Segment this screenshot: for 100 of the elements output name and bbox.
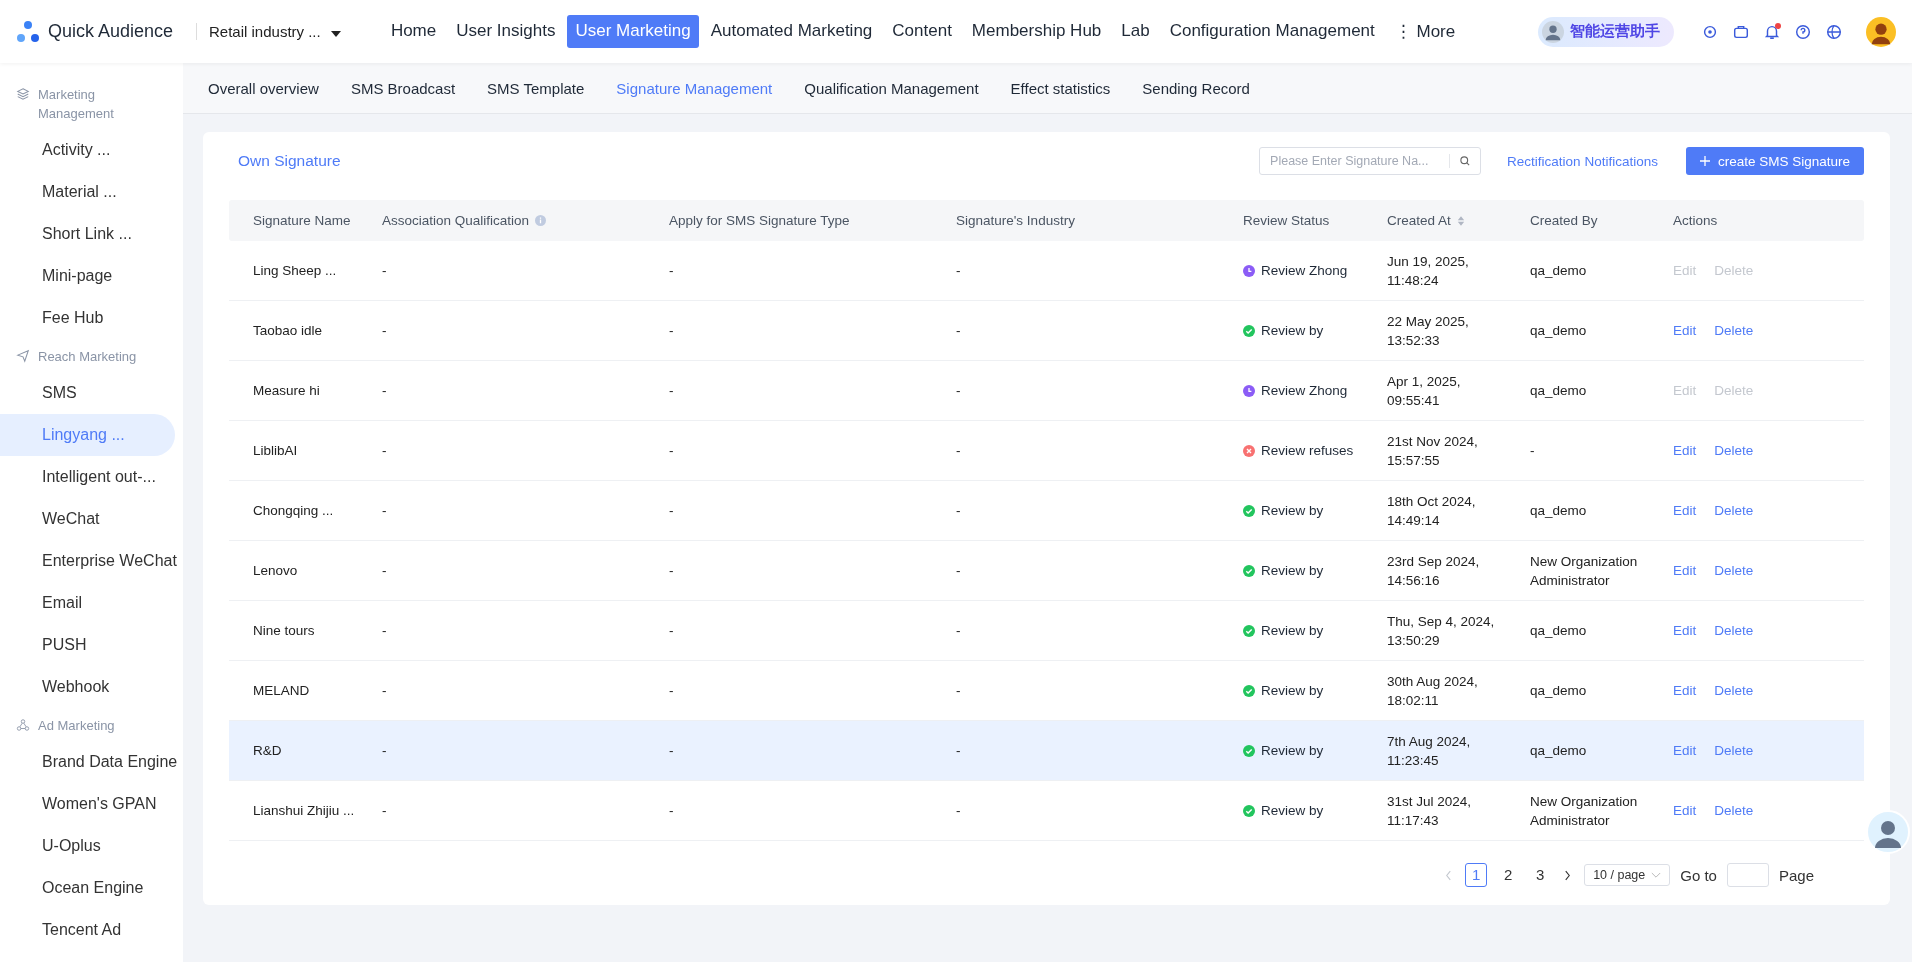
page-number[interactable]: 1 bbox=[1465, 863, 1488, 887]
table-cell-text: - bbox=[668, 622, 675, 640]
table-cell-text: - bbox=[668, 442, 675, 460]
table-cell-text: Thu, Sep 4, 2024, 13:50:29 bbox=[1386, 612, 1496, 650]
edit-link[interactable]: Edit bbox=[1673, 803, 1697, 818]
sub-nav-tab[interactable]: Signature Management bbox=[616, 79, 773, 97]
table-row[interactable]: Lianshui Zhijiu ... - - - Review by 31st Jul 2024, 11:17:43 New Organization Administrator Edit Delete bbox=[229, 781, 1864, 841]
delete-link[interactable]: Delete bbox=[1714, 443, 1754, 458]
nav-tab[interactable]: Automated Marketing bbox=[702, 15, 881, 48]
delete-link[interactable]: Delete bbox=[1714, 803, 1754, 818]
column-header: Actions bbox=[1672, 213, 1719, 228]
page-number[interactable]: 3 bbox=[1529, 863, 1552, 887]
sub-nav-tab[interactable]: Overall overview bbox=[208, 79, 319, 97]
table-row[interactable]: Taobao idle - - - Review by 22 May 2025, 13:52:33 qa_demo Edit Delete bbox=[229, 301, 1864, 361]
table-cell-text: - bbox=[955, 382, 962, 400]
table-cell-text: qa_demo bbox=[1529, 682, 1588, 700]
table-cell-text: - bbox=[955, 562, 962, 580]
delete-link[interactable]: Delete bbox=[1714, 323, 1754, 338]
edit-link[interactable]: Edit bbox=[1673, 443, 1697, 458]
sidebar-item[interactable]: Webhook bbox=[0, 666, 175, 708]
edit-link[interactable]: Edit bbox=[1673, 503, 1697, 518]
sidebar-item[interactable]: Intelligent out-... bbox=[0, 456, 175, 498]
column-header: Created At bbox=[1387, 213, 1451, 228]
help-icon[interactable] bbox=[1794, 22, 1812, 41]
goto-label: Go to bbox=[1680, 866, 1717, 884]
sub-nav-tab[interactable]: Effect statistics bbox=[1010, 79, 1111, 97]
edit-link[interactable]: Edit bbox=[1673, 683, 1697, 698]
status-text: Review by bbox=[1261, 503, 1324, 518]
sidebar-item[interactable]: PUSH bbox=[0, 624, 175, 666]
delete-link[interactable]: Delete bbox=[1714, 683, 1754, 698]
sidebar-item[interactable]: Short Link ... bbox=[0, 213, 175, 255]
sub-nav-tab[interactable]: Sending Record bbox=[1142, 79, 1250, 97]
sub-nav-tab[interactable]: SMS Broadcast bbox=[350, 79, 456, 97]
section-label: Reach Marketing bbox=[38, 348, 138, 366]
table-cell-text: qa_demo bbox=[1529, 382, 1588, 400]
table-cell-text: Lenovo bbox=[252, 562, 299, 580]
column-header: Signature's Industry bbox=[955, 213, 1076, 228]
table-cell-text: - bbox=[668, 562, 675, 580]
table-cell-text: 30th Aug 2024, 18:02:11 bbox=[1386, 672, 1479, 710]
sidebar-item[interactable]: Email bbox=[0, 582, 175, 624]
page-number[interactable]: 2 bbox=[1497, 863, 1520, 887]
nav-tab[interactable]: Configuration Management bbox=[1161, 15, 1383, 48]
sidebar-item[interactable]: Ocean Engine bbox=[0, 867, 175, 909]
user-avatar[interactable] bbox=[1866, 16, 1896, 47]
page-size-select[interactable]: 10 / page bbox=[1584, 864, 1671, 886]
nav-tab[interactable]: User Insights bbox=[448, 15, 564, 48]
table-cell-text: Nine tours bbox=[252, 622, 316, 640]
nav-tab[interactable]: Content bbox=[884, 15, 960, 48]
sidebar-item[interactable]: Material ... bbox=[0, 171, 175, 213]
nav-tab[interactable]: Home bbox=[382, 15, 445, 48]
create-signature-button[interactable]: create SMS Signature bbox=[1685, 147, 1864, 175]
globe-icon[interactable] bbox=[1825, 22, 1843, 41]
table-cell-text: MELAND bbox=[252, 682, 311, 700]
delete-link[interactable]: Delete bbox=[1714, 563, 1754, 578]
nodes-icon bbox=[16, 718, 30, 732]
table-cell-text: - bbox=[668, 502, 675, 520]
table-cell-text: R&D bbox=[252, 742, 283, 760]
page-input[interactable] bbox=[1726, 863, 1769, 887]
sidebar-item[interactable]: Women's GPAN bbox=[0, 783, 175, 825]
rectification-link[interactable]: Rectification Notifications bbox=[1507, 153, 1658, 169]
nav-tab[interactable]: Lab bbox=[1113, 15, 1158, 48]
column-header: Created By bbox=[1529, 213, 1599, 228]
delete-link[interactable]: Delete bbox=[1714, 623, 1754, 638]
sidebar-item[interactable]: Tencent Ad bbox=[0, 909, 175, 951]
table-cell-text: qa_demo bbox=[1529, 262, 1588, 280]
search-field[interactable]: Please Enter Signature Na... bbox=[1259, 147, 1482, 175]
table-cell-text: - bbox=[955, 682, 962, 700]
layers-icon bbox=[16, 87, 30, 101]
own-signature-tab[interactable]: Own Signature bbox=[229, 152, 341, 170]
edit-link[interactable]: Edit bbox=[1673, 563, 1697, 578]
assistant-button[interactable]: 智能运营助手 bbox=[1538, 16, 1674, 47]
sub-nav-tab[interactable]: SMS Template bbox=[487, 79, 585, 97]
edit-link[interactable]: Edit bbox=[1673, 323, 1697, 338]
section-label: Ad Marketing bbox=[38, 717, 116, 735]
assistant-avatar[interactable] bbox=[1866, 810, 1910, 854]
nav-tab[interactable]: ⋮ More bbox=[1386, 15, 1464, 48]
sub-nav-tab[interactable]: Qualification Management bbox=[804, 79, 979, 97]
table-row[interactable]: Lenovo - - - Review by 23rd Sep 2024, 14:56:16 New Organization Administrator Edit Delete bbox=[229, 541, 1864, 601]
sidebar-item[interactable]: Fee Hub bbox=[0, 297, 175, 339]
column-header: Apply for SMS Signature Type bbox=[668, 213, 851, 228]
sidebar-item[interactable]: Brand Data Engine bbox=[0, 741, 175, 783]
table-row[interactable]: Chongqing ... - - - Review by 18th Oct 2024, 14:49:14 qa_demo Edit Delete bbox=[229, 481, 1864, 541]
table-cell-text: - bbox=[668, 802, 675, 820]
table-cell-text: qa_demo bbox=[1529, 742, 1588, 760]
search-icon[interactable] bbox=[1459, 155, 1472, 167]
delete-link[interactable]: Delete bbox=[1714, 503, 1754, 518]
sidebar-item[interactable]: SMS bbox=[0, 372, 175, 414]
sidebar-item[interactable]: Activity ... bbox=[0, 129, 175, 171]
edit-link[interactable]: Edit bbox=[1673, 623, 1697, 638]
table-row[interactable]: LiblibAI - - - Review refuses 21st Nov 2024, 15:57:55 - Edit Delete bbox=[229, 421, 1864, 481]
sidebar-item[interactable]: Enterprise WeChat bbox=[0, 540, 175, 582]
sidebar-item[interactable]: Mini-page bbox=[0, 255, 175, 297]
logo-icon bbox=[16, 19, 40, 44]
org-select[interactable]: Retail industry ... bbox=[196, 23, 353, 40]
sidebar-item[interactable]: U-Oplus bbox=[0, 825, 175, 867]
nav-tab[interactable]: Membership Hub bbox=[963, 15, 1110, 48]
table-cell-text: - bbox=[381, 442, 388, 460]
table-row[interactable]: Nine tours - - - Review by Thu, Sep 4, 2024, 13:50:29 qa_demo Edit Delete bbox=[229, 601, 1864, 661]
sidebar-item[interactable]: WeChat bbox=[0, 498, 175, 540]
nav-tab[interactable]: User Marketing bbox=[567, 15, 699, 48]
